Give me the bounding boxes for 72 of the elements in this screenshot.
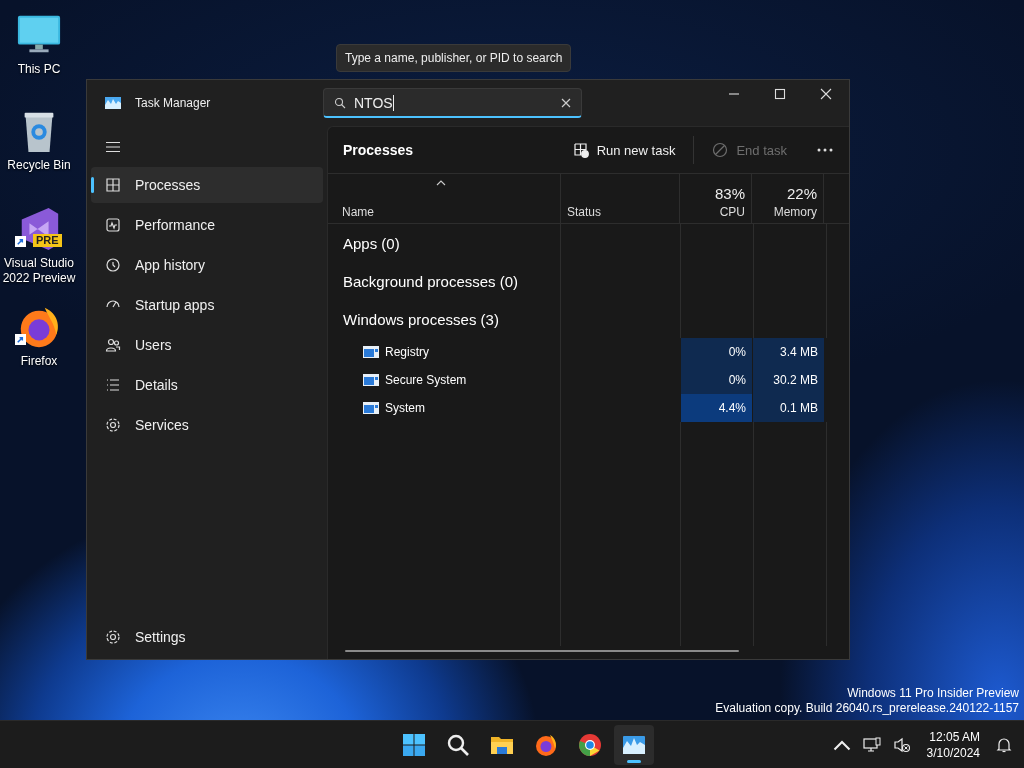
desktop-icon-label[interactable]: Recycle Bin: [1, 158, 77, 173]
search-field[interactable]: NTOS: [323, 88, 582, 118]
clock-date: 3/10/2024: [926, 744, 980, 761]
chrome-icon: [578, 732, 602, 757]
search-text: NTOS: [354, 94, 393, 111]
add-window-icon: [572, 142, 589, 158]
desktop-icon-label[interactable]: Firefox: [1, 354, 77, 369]
speaker-muted-icon[interactable]: [892, 736, 911, 753]
page-title: Processes: [343, 142, 414, 158]
sidebar-item[interactable]: Processes: [91, 167, 323, 203]
desktop-icon-label[interactable]: Visual Studio 2022 Preview: [1, 256, 77, 286]
window-icon: [363, 374, 379, 386]
sidebar-item[interactable]: Users: [91, 327, 323, 363]
settings-item[interactable]: Settings: [91, 619, 323, 655]
column-label: Status: [567, 205, 603, 219]
group-heading[interactable]: Windows processes (3): [343, 310, 499, 328]
clock-icon: [105, 257, 121, 273]
table-cell: 4.4%: [680, 394, 752, 422]
table-cell: 0%: [680, 338, 752, 366]
column-header[interactable]: Name: [328, 174, 560, 223]
table-cell: 3.4 MB: [752, 338, 824, 366]
window-title: Task Manager: [135, 96, 211, 110]
task-manager-icon: [105, 97, 121, 109]
sort-up-icon: [436, 180, 446, 186]
table-cell: 30.2 MB: [752, 366, 824, 394]
column-header[interactable]: 83% CPU: [679, 174, 751, 223]
process-name[interactable]: Registry: [328, 338, 560, 366]
preview-badge: PRE: [33, 234, 62, 247]
table-cell: 0.1 MB: [752, 394, 824, 422]
list-icon: [105, 377, 121, 393]
sidebar-item[interactable]: Details: [91, 367, 323, 403]
sidebar-item[interactable]: Services: [91, 407, 323, 443]
sidebar-item[interactable]: Startup apps: [91, 287, 323, 323]
prohibited-icon: [712, 142, 729, 158]
column-header[interactable]: 22% Memory: [751, 174, 823, 223]
process-name[interactable]: System: [328, 394, 560, 422]
clock[interactable]: 12:05 AM 3/10/2024: [926, 728, 980, 761]
clear-icon[interactable]: [561, 97, 571, 108]
desktop-icon-label[interactable]: This PC: [1, 62, 77, 77]
build-watermark-text: Evaluation copy. Build 26040.rs_prerelease.240122-1157: [715, 701, 1019, 716]
search-icon: [334, 96, 346, 109]
pulse-icon: [105, 217, 121, 233]
column-label: CPU: [719, 205, 745, 219]
group-heading[interactable]: Background processes (0): [343, 272, 519, 290]
column-label: Name: [342, 205, 375, 219]
column-label: Memory: [773, 205, 817, 219]
run-task-button[interactable]: Run new task: [564, 136, 684, 164]
table-cell: 0%: [680, 366, 752, 394]
usage-total: 83%: [714, 185, 745, 202]
clock-time: 12:05 AM: [929, 728, 980, 745]
users-icon: [105, 337, 121, 353]
windows-logo-icon: [402, 732, 426, 757]
cog-icon: [105, 417, 121, 433]
firefox-icon: [534, 732, 558, 757]
task-manager-button[interactable]: [614, 724, 654, 765]
column-header[interactable]: Status: [560, 174, 679, 223]
sidebar-item[interactable]: Performance: [91, 207, 323, 243]
search-icon: [446, 732, 470, 757]
search-tooltip: Type a name, publisher, or PID to search: [336, 44, 572, 72]
settings-icon: [105, 629, 121, 645]
process-name[interactable]: Secure System: [328, 366, 560, 394]
sidebar-item[interactable]: App history: [91, 247, 323, 283]
window-icon: [363, 346, 379, 358]
grid-icon: [105, 177, 121, 193]
horizontal-scrollbar[interactable]: [345, 650, 739, 652]
build-watermark-text: Windows 11 Pro Insider Preview: [847, 686, 1019, 701]
window-icon: [363, 402, 379, 414]
group-heading[interactable]: Apps (0): [343, 234, 400, 252]
menu-icon[interactable]: [105, 141, 121, 153]
usage-total: 22%: [786, 185, 817, 202]
notification-bell-icon[interactable]: [996, 736, 1012, 753]
network-icon[interactable]: [862, 736, 881, 753]
